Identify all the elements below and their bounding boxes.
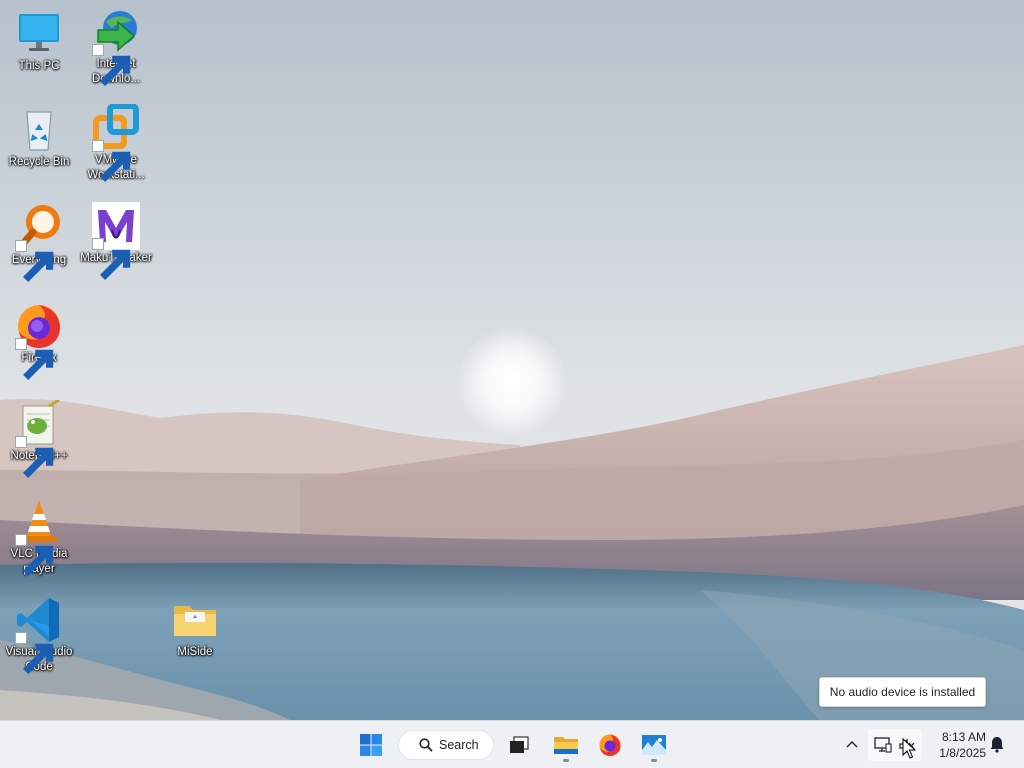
shortcut-arrow-icon	[15, 338, 54, 380]
shortcut-arrow-icon	[92, 140, 131, 182]
clock[interactable]: 8:13 AM 1/8/2025	[926, 729, 986, 761]
windows-logo-icon	[360, 734, 382, 756]
task-view-button[interactable]	[501, 727, 537, 763]
desktop-icon-label: This PC	[18, 60, 60, 72]
shortcut-arrow-icon	[92, 44, 131, 86]
shortcut-arrow-icon	[15, 240, 54, 282]
desktop-icon-firefox[interactable]: Firefox	[1, 302, 77, 380]
desktop-icon-vlc-media-player[interactable]: VLC media player	[1, 498, 77, 577]
vmware-icon	[92, 104, 140, 182]
chevron-up-icon	[846, 741, 858, 748]
running-indicator	[563, 759, 569, 762]
desktop-icon-this-pc[interactable]: This PC	[1, 10, 77, 74]
landscape-app-icon	[642, 735, 666, 755]
desktop-icon-internet-download-manager[interactable]: Internet Downlo...	[78, 8, 154, 87]
desktop-icon-miside[interactable]: MiSide	[157, 596, 233, 660]
start-button[interactable]	[353, 727, 389, 763]
desktop-icon-notepad-plus-plus[interactable]: Notepad++	[1, 400, 77, 478]
desktop-icon-makutweaker[interactable]: MakuTweaker	[78, 202, 154, 280]
search-box[interactable]: Search	[398, 730, 494, 760]
notification-center-button[interactable]	[988, 735, 1006, 753]
clock-time: 8:13 AM	[941, 730, 986, 744]
monitor-icon	[15, 10, 63, 58]
desktop-icon-recycle-bin[interactable]: Recycle Bin	[1, 106, 77, 170]
download-globe-icon	[92, 8, 140, 86]
network-icon	[874, 737, 892, 753]
notepad-plus-plus-icon	[15, 400, 63, 478]
running-indicator	[651, 759, 657, 762]
search-label: Search	[439, 738, 479, 752]
shortcut-arrow-icon	[15, 436, 54, 478]
taskbar: Search 8:13 AM 1/8/2025	[0, 720, 1024, 768]
folder-icon	[554, 737, 578, 754]
search-icon	[419, 738, 433, 752]
notification-text: No audio device is installed	[829, 685, 976, 699]
vlc-cone-icon	[15, 498, 63, 576]
shortcut-arrow-icon	[15, 632, 54, 674]
task-view-icon	[510, 736, 529, 753]
desktop-icon-visual-studio-code[interactable]: Visual Studio Code	[1, 596, 77, 675]
folder-icon	[171, 596, 219, 644]
firefox-icon	[599, 734, 621, 756]
desktop-icon-everything[interactable]: Everything	[1, 204, 77, 282]
makutweaker-icon	[92, 202, 140, 280]
firefox-icon	[15, 302, 63, 380]
vscode-icon	[15, 596, 63, 674]
clock-date: 1/8/2025	[939, 746, 986, 760]
mouse-cursor-icon	[902, 738, 916, 759]
recycle-bin-icon	[15, 106, 63, 154]
app-taskbar-button[interactable]	[636, 727, 672, 763]
desktop-icon-vmware-workstation[interactable]: VMware Workstati...	[78, 104, 154, 183]
notification-toast[interactable]: No audio device is installed	[819, 677, 986, 707]
firefox-taskbar-button[interactable]	[592, 727, 628, 763]
shortcut-arrow-icon	[92, 238, 131, 280]
magnifier-icon	[15, 204, 63, 282]
show-hidden-icons-button[interactable]	[842, 735, 862, 755]
notification-bell-icon	[990, 737, 1004, 753]
shortcut-arrow-icon	[15, 534, 54, 576]
desktop-icon-label: MiSide	[177, 646, 213, 658]
file-explorer-button[interactable]	[548, 727, 584, 763]
desktop-icon-label: Recycle Bin	[8, 156, 70, 168]
